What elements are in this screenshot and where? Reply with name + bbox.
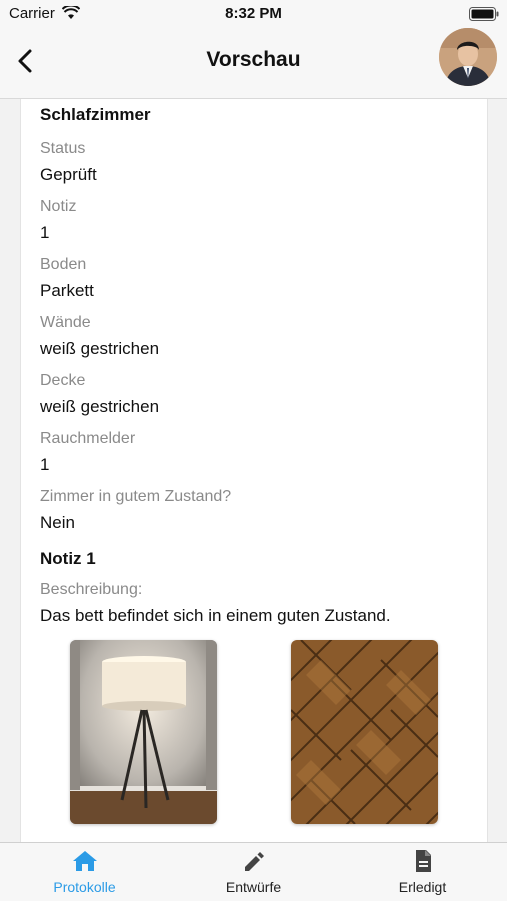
- preview-content: Schlafzimmer Status Geprüft Notiz 1 Bode…: [20, 99, 488, 842]
- field-label-notiz: Notiz: [40, 198, 77, 215]
- field-value-waende: weiß gestrichen: [40, 339, 160, 358]
- tab-label-erledigt: Erledigt: [398, 879, 447, 895]
- field-label-rauchmelder: Rauchmelder: [40, 430, 136, 447]
- clock: 8:32 PM: [225, 5, 282, 22]
- tab-label-protokolle: Protokolle: [53, 879, 116, 895]
- field-value-notiz: 1: [40, 223, 50, 242]
- field-label-zustand: Zimmer in gutem Zustand?: [40, 488, 232, 505]
- navigation-bar: Vorschau: [0, 28, 507, 99]
- document-icon: [338, 849, 507, 875]
- note-title: Notiz 1: [40, 549, 96, 568]
- tab-label-entwuerfe: Entwürfe: [225, 879, 282, 895]
- pencil-icon: [169, 849, 338, 875]
- parquet-image: [291, 640, 438, 824]
- field-value-decke: weiß gestrichen: [40, 397, 160, 416]
- avatar[interactable]: [439, 28, 497, 86]
- tab-protokolle[interactable]: Protokolle: [0, 843, 169, 901]
- status-bar: Carrier 8:32 PM: [0, 0, 507, 28]
- photo-lamp[interactable]: [70, 640, 217, 824]
- note-photos: [70, 640, 438, 824]
- field-value-rauchmelder: 1: [40, 455, 50, 474]
- field-value-zustand: Nein: [40, 513, 75, 532]
- field-value-status: Geprüft: [40, 165, 97, 184]
- field-label-status: Status: [40, 140, 86, 157]
- field-label-boden: Boden: [40, 256, 87, 273]
- room-title: Schlafzimmer: [40, 105, 151, 124]
- battery-icon: [469, 7, 499, 25]
- photo-parquet[interactable]: [291, 640, 438, 824]
- tab-entwuerfe[interactable]: Entwürfe: [169, 843, 338, 901]
- field-value-boden: Parkett: [40, 281, 94, 300]
- lamp-image: [70, 640, 217, 824]
- field-label-decke: Decke: [40, 372, 86, 389]
- home-icon: [0, 849, 169, 875]
- tab-bar: Protokolle Entwürfe Erledigt: [0, 842, 507, 901]
- note-description-label: Beschreibung:: [40, 581, 143, 598]
- page-title: Vorschau: [206, 48, 301, 71]
- note-description: Das bett befindet sich in einem guten Zu…: [40, 606, 391, 625]
- user-photo: [439, 28, 497, 86]
- tab-erledigt[interactable]: Erledigt: [338, 843, 507, 901]
- field-label-waende: Wände: [40, 314, 91, 331]
